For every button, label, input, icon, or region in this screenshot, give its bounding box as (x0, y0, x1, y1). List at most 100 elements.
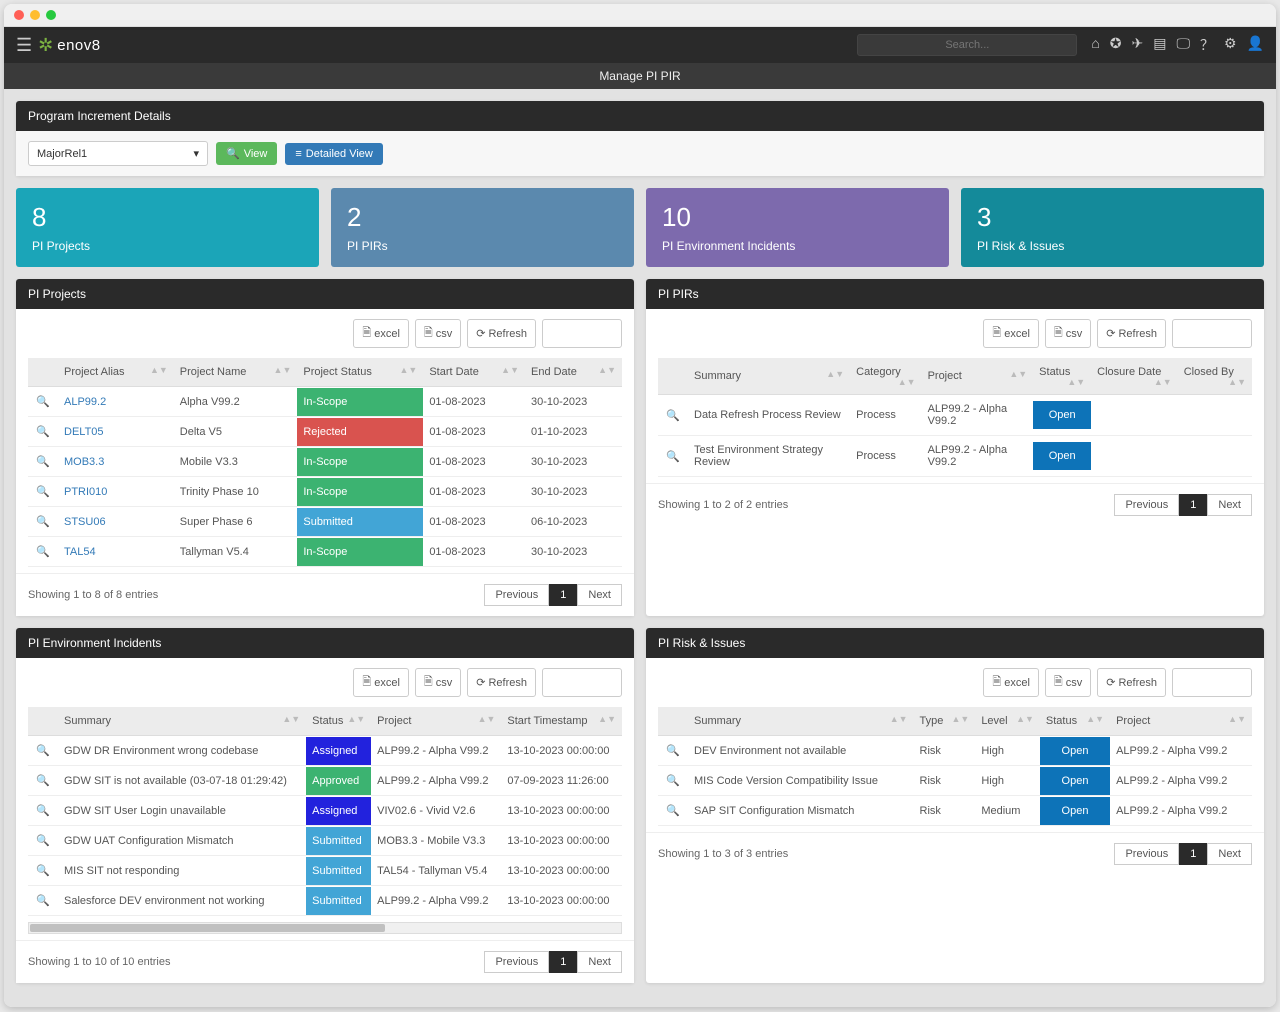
table-row: 🔍MIS SIT not respondingSubmittedTAL54 - … (28, 856, 622, 886)
col-project[interactable]: Project▲▼ (371, 707, 501, 736)
window-maximize-icon[interactable] (46, 10, 56, 20)
risk-type: Risk (914, 766, 976, 796)
col-level[interactable]: Level▲▼ (975, 707, 1040, 736)
refresh-button[interactable]: ⟳Refresh (1097, 668, 1166, 697)
col-summary[interactable]: Summary▲▼ (58, 707, 306, 736)
col-project[interactable]: Project▲▼ (922, 358, 1034, 395)
hamburger-menu-icon[interactable]: ☰ (16, 35, 32, 56)
refresh-button[interactable]: ⟳Refresh (1097, 319, 1166, 348)
export-excel-button[interactable]: 🗎excel (983, 668, 1039, 697)
view-row-icon[interactable]: 🔍 (658, 736, 688, 766)
export-excel-button[interactable]: 🗎excel (353, 668, 409, 697)
home-icon[interactable]: ⌂ (1091, 35, 1099, 55)
export-csv-button[interactable]: 🗎csv (1045, 319, 1091, 348)
project-alias-link[interactable]: TAL54 (58, 537, 174, 567)
pager-page-1[interactable]: 1 (1179, 494, 1207, 516)
settings-gear-icon[interactable]: ⚙ (1224, 35, 1237, 55)
pager-previous[interactable]: Previous (484, 584, 549, 606)
pager-previous[interactable]: Previous (1114, 494, 1179, 516)
pager-next[interactable]: Next (577, 951, 622, 973)
table-search-input[interactable] (542, 668, 622, 697)
project-alias-link[interactable]: DELT05 (58, 417, 174, 447)
col-summary[interactable]: Summary▲▼ (688, 707, 914, 736)
project-alias-link[interactable]: STSU06 (58, 507, 174, 537)
project-alias-link[interactable]: PTRI010 (58, 477, 174, 507)
pager-next[interactable]: Next (1207, 843, 1252, 865)
view-row-icon[interactable]: 🔍 (28, 886, 58, 916)
col-category[interactable]: Category▲▼ (850, 358, 921, 395)
refresh-button[interactable]: ⟳Refresh (467, 319, 536, 348)
table-search-input[interactable] (1172, 668, 1252, 697)
stat-pi-pirs[interactable]: 2 PI PIRs (331, 188, 634, 267)
window-close-icon[interactable] (14, 10, 24, 20)
col-summary[interactable]: Summary▲▼ (688, 358, 850, 395)
project-alias-link[interactable]: ALP99.2 (58, 387, 174, 417)
monitor-icon[interactable]: 🖵 (1177, 35, 1191, 55)
view-row-icon[interactable]: 🔍 (28, 537, 58, 567)
view-row-icon[interactable]: 🔍 (28, 766, 58, 796)
pager-previous[interactable]: Previous (1114, 843, 1179, 865)
export-csv-button[interactable]: 🗎csv (415, 668, 461, 697)
view-row-icon[interactable]: 🔍 (28, 477, 58, 507)
view-row-icon[interactable]: 🔍 (28, 736, 58, 766)
col-start-ts[interactable]: Start Timestamp▲▼ (501, 707, 622, 736)
release-select[interactable]: MajorRel1 ▾ (28, 141, 208, 166)
user-icon[interactable]: 👤 (1247, 35, 1264, 55)
incident-summary: GDW SIT is not available (03-07-18 01:29… (58, 766, 306, 796)
calendar-icon[interactable]: ▤ (1153, 35, 1166, 55)
export-csv-button[interactable]: 🗎csv (1045, 668, 1091, 697)
horizontal-scrollbar[interactable] (28, 922, 622, 934)
refresh-button[interactable]: ⟳Refresh (467, 668, 536, 697)
col-closed-by[interactable]: Closed By▲▼ (1178, 358, 1252, 395)
pager-next[interactable]: Next (1207, 494, 1252, 516)
col-project-status[interactable]: Project Status▲▼ (297, 358, 423, 387)
view-row-icon[interactable]: 🔍 (658, 395, 688, 436)
detailed-view-button[interactable]: ≡ Detailed View (285, 143, 382, 165)
view-row-icon[interactable]: 🔍 (658, 436, 688, 477)
help-icon[interactable]: ？ (1200, 35, 1214, 55)
col-end-date[interactable]: End Date▲▼ (525, 358, 622, 387)
view-row-icon[interactable]: 🔍 (28, 826, 58, 856)
view-row-icon[interactable]: 🔍 (28, 417, 58, 447)
table-row: 🔍DELT05Delta V5Rejected01-08-202301-10-2… (28, 417, 622, 447)
stat-pi-risks[interactable]: 3 PI Risk & Issues (961, 188, 1264, 267)
project-alias-link[interactable]: MOB3.3 (58, 447, 174, 477)
col-status[interactable]: Status▲▼ (1040, 707, 1110, 736)
status-badge: Submitted (306, 857, 371, 885)
col-project-name[interactable]: Project Name▲▼ (174, 358, 298, 387)
star-icon[interactable]: ✪ (1110, 35, 1122, 55)
pager-page-1[interactable]: 1 (549, 951, 577, 973)
global-search-input[interactable] (857, 34, 1077, 56)
view-row-icon[interactable]: 🔍 (28, 447, 58, 477)
view-button[interactable]: 🔍 View (216, 142, 277, 165)
col-closure-date[interactable]: Closure Date▲▼ (1091, 358, 1178, 395)
send-icon[interactable]: ✈ (1132, 35, 1144, 55)
col-status[interactable]: Status▲▼ (306, 707, 371, 736)
table-row: 🔍GDW SIT User Login unavailableAssignedV… (28, 796, 622, 826)
release-selected-value: MajorRel1 (37, 148, 87, 160)
view-row-icon[interactable]: 🔍 (658, 796, 688, 826)
col-project[interactable]: Project▲▼ (1110, 707, 1252, 736)
stat-pi-incidents[interactable]: 10 PI Environment Incidents (646, 188, 949, 267)
view-row-icon[interactable]: 🔍 (658, 766, 688, 796)
pager-page-1[interactable]: 1 (549, 584, 577, 606)
col-type[interactable]: Type▲▼ (914, 707, 976, 736)
view-row-icon[interactable]: 🔍 (28, 507, 58, 537)
view-row-icon[interactable]: 🔍 (28, 387, 58, 417)
table-search-input[interactable] (542, 319, 622, 348)
view-row-icon[interactable]: 🔍 (28, 856, 58, 886)
export-excel-button[interactable]: 🗎excel (983, 319, 1039, 348)
col-status[interactable]: Status▲▼ (1033, 358, 1091, 395)
pager-next[interactable]: Next (577, 584, 622, 606)
view-row-icon[interactable]: 🔍 (28, 796, 58, 826)
export-csv-button[interactable]: 🗎csv (415, 319, 461, 348)
col-project-alias[interactable]: Project Alias▲▼ (58, 358, 174, 387)
pager-page-1[interactable]: 1 (1179, 843, 1207, 865)
table-search-input[interactable] (1172, 319, 1252, 348)
stat-pi-projects[interactable]: 8 PI Projects (16, 188, 319, 267)
window-minimize-icon[interactable] (30, 10, 40, 20)
brand-logo[interactable]: ✲ enov8 (38, 35, 100, 56)
export-excel-button[interactable]: 🗎excel (353, 319, 409, 348)
pager-previous[interactable]: Previous (484, 951, 549, 973)
col-start-date[interactable]: Start Date▲▼ (423, 358, 525, 387)
